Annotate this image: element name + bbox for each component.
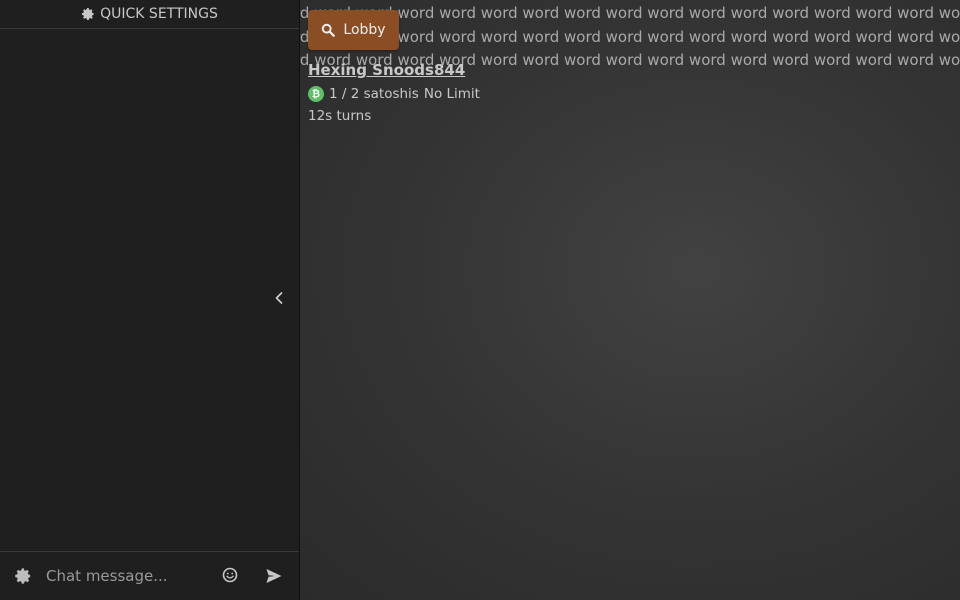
sidebar: QUICK SETTINGS xyxy=(0,0,300,600)
table-name-link[interactable]: Hexing Snoods844 xyxy=(308,61,465,79)
chat-message-input[interactable] xyxy=(44,560,208,592)
word-line: rd word word word word word word word wo… xyxy=(300,27,960,46)
limit-text: No Limit xyxy=(423,86,480,102)
lobby-button[interactable]: Lobby xyxy=(308,10,399,50)
chat-settings-gear-icon[interactable] xyxy=(14,567,34,587)
bitcoin-coin-icon: ₿ xyxy=(308,86,324,102)
emoji-smile-icon[interactable] xyxy=(222,567,240,585)
search-icon xyxy=(321,23,336,37)
turn-time-text: 12s turns xyxy=(308,108,372,124)
game-area: rd word word word word word word word wo… xyxy=(300,0,960,600)
chevron-left-icon xyxy=(274,290,284,310)
stakes-text: 1 / 2 satoshis xyxy=(329,86,419,102)
chat-bar xyxy=(0,551,299,600)
send-icon[interactable] xyxy=(265,567,285,587)
gear-icon xyxy=(81,7,95,21)
word-line: rd word word word word word word word wo… xyxy=(300,4,960,22)
quick-settings-label: QUICK SETTINGS xyxy=(100,6,218,22)
collapse-sidebar-button[interactable] xyxy=(268,288,290,312)
stakes-info: ₿ 1 / 2 satoshis No Limit xyxy=(308,86,480,102)
lobby-button-label: Lobby xyxy=(343,22,386,38)
app-root: QUICK SETTINGS Chat message... rd word w… xyxy=(0,0,960,600)
quick-settings-header[interactable]: QUICK SETTINGS xyxy=(0,0,299,29)
